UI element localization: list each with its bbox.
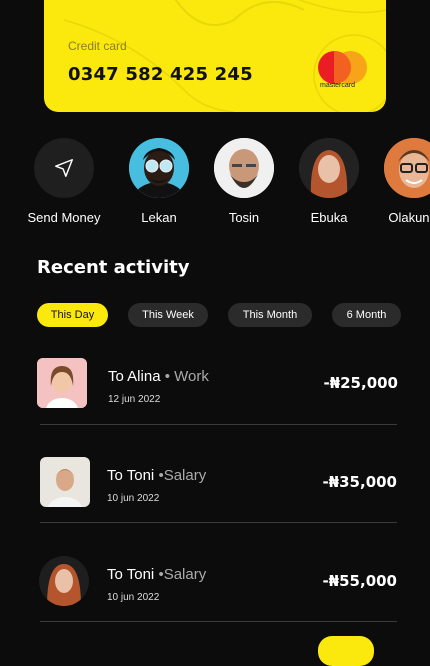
filter-this-month[interactable]: This Month xyxy=(228,303,312,327)
transaction-tag: •Salary xyxy=(158,566,207,583)
card-number: 0347 582 425 245 xyxy=(68,64,253,85)
recipient-name: To Toni xyxy=(107,467,155,484)
mastercard-wordmark: mastercard xyxy=(320,82,356,89)
recipient-name: To Toni xyxy=(107,566,155,583)
transaction-amount: -₦25,000 xyxy=(323,374,398,392)
contact-lekan[interactable]: Lekan xyxy=(114,138,204,225)
transaction-recipient: To Toni •Salary xyxy=(107,467,206,484)
recipient-name: To Alina xyxy=(108,368,161,385)
transaction-recipient: To Alina • Work xyxy=(108,368,209,385)
mastercard-logo: mastercard xyxy=(318,51,368,91)
filter-6-month[interactable]: 6 Month xyxy=(332,303,401,327)
contact-tosin[interactable]: Tosin xyxy=(199,138,289,225)
transaction-row[interactable]: To Toni •Salary 10 jun 2022 -₦55,000 xyxy=(37,556,398,626)
transaction-amount: -₦35,000 xyxy=(322,473,397,491)
transaction-row[interactable]: To Alina • Work 12 jun 2022 -₦25,000 xyxy=(37,358,398,428)
transaction-date: 10 jun 2022 xyxy=(107,592,160,603)
transaction-recipient: To Toni •Salary xyxy=(107,566,206,583)
avatar xyxy=(37,358,87,408)
divider xyxy=(40,621,397,622)
filter-this-day[interactable]: This Day xyxy=(37,303,108,327)
credit-card[interactable]: Credit card 0347 582 425 245 mastercard xyxy=(44,0,386,112)
contact-olakunle[interactable]: Olakunle xyxy=(369,138,430,225)
contact-name: Tosin xyxy=(228,210,260,225)
floating-action-button[interactable] xyxy=(318,636,374,666)
avatar xyxy=(39,556,89,606)
transaction-date: 12 jun 2022 xyxy=(108,394,161,405)
contact-name: Lekan xyxy=(141,210,177,225)
contact-name: Ebuka xyxy=(310,210,348,225)
transaction-tag: •Salary xyxy=(158,467,207,484)
contact-ebuka[interactable]: Ebuka xyxy=(284,138,374,225)
transaction-amount: -₦55,000 xyxy=(322,572,397,590)
divider xyxy=(40,522,397,523)
transaction-tag: • Work xyxy=(164,368,209,385)
avatar xyxy=(384,138,430,198)
transaction-date: 10 jun 2022 xyxy=(107,493,160,504)
contact-name: Send Money xyxy=(27,210,101,225)
recent-activity-title: Recent activity xyxy=(37,257,190,278)
avatar xyxy=(299,138,359,198)
send-money-button[interactable]: Send Money xyxy=(19,138,109,225)
send-icon xyxy=(34,138,94,198)
transaction-row[interactable]: To Toni •Salary 10 jun 2022 -₦35,000 xyxy=(37,457,398,527)
avatar xyxy=(40,457,90,507)
filter-this-week[interactable]: This Week xyxy=(128,303,208,327)
avatar xyxy=(214,138,274,198)
contact-name: Olakunle xyxy=(388,210,430,225)
avatar xyxy=(129,138,189,198)
card-label: Credit card xyxy=(68,39,127,53)
divider xyxy=(40,424,397,425)
